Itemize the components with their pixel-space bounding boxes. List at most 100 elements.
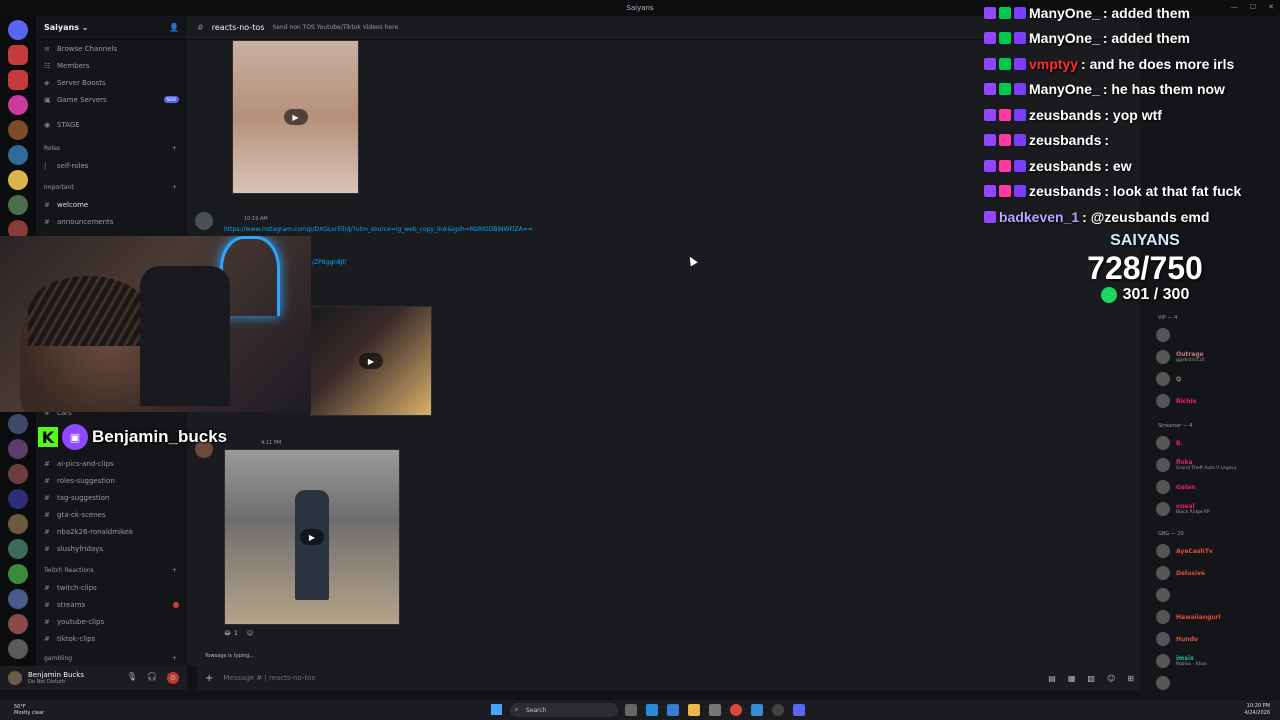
member-row[interactable]: Outrage gg/district10 xyxy=(1140,346,1280,368)
game-servers-item[interactable]: ▣ Game Servers NEW xyxy=(36,91,187,108)
add-channel-icon[interactable]: + xyxy=(172,145,177,152)
server-icon[interactable] xyxy=(8,589,28,609)
channel-youtube-clips[interactable]: # youtube-clips xyxy=(36,613,187,630)
member-row[interactable]: Galan xyxy=(1140,476,1280,498)
server-icon[interactable] xyxy=(8,195,28,215)
server-icon[interactable] xyxy=(8,464,28,484)
reaction-chip[interactable]: 😂 1 ☺ xyxy=(224,630,253,637)
gif-icon[interactable]: ▦ xyxy=(1068,674,1076,683)
server-icon[interactable] xyxy=(8,145,28,165)
weather-widget[interactable]: 50°F Mostly clear xyxy=(14,704,44,716)
instagram-link-2[interactable]: /ZP8ggn8Jf/ xyxy=(312,259,347,266)
obs-icon[interactable] xyxy=(772,704,784,716)
stage-channel[interactable]: ◉ STAGE xyxy=(36,116,187,133)
server-icon[interactable] xyxy=(8,439,28,459)
windows-start-icon[interactable] xyxy=(491,704,502,715)
edge-icon[interactable] xyxy=(646,704,658,716)
server-icon[interactable] xyxy=(8,45,28,65)
channel-slushyfridays[interactable]: # slushyfridays xyxy=(36,540,187,557)
channel-streams[interactable]: # streams xyxy=(36,596,187,613)
member-row[interactable]: floka Grand Theft Auto V Legacy xyxy=(1140,454,1280,476)
channel-tiktok-clips[interactable]: # tiktok-clips xyxy=(36,630,187,647)
taskbar-search[interactable]: ⌕ Search xyxy=(510,703,618,717)
play-icon[interactable]: ▶ xyxy=(359,353,383,369)
channel-self-roles[interactable]: | self-roles xyxy=(36,157,187,174)
gift-icon[interactable]: ▤ xyxy=(1048,674,1056,683)
add-reaction-icon[interactable]: ☺ xyxy=(247,630,253,637)
headphones-icon[interactable]: 🎧 xyxy=(147,672,157,684)
plus-icon[interactable]: + xyxy=(205,673,213,684)
server-icon[interactable] xyxy=(8,539,28,559)
channel-gta-ck-scenes[interactable]: # gta-ck-scenes xyxy=(36,506,187,523)
task-view-icon[interactable] xyxy=(625,704,637,716)
microphone-icon[interactable]: 🎙 xyxy=(127,672,137,684)
emoji-icon[interactable]: ☺ xyxy=(1107,674,1115,683)
apps-icon[interactable]: ⊞ xyxy=(1127,674,1134,683)
discord-icon[interactable] xyxy=(793,704,805,716)
channel-announcements[interactable]: # announcements xyxy=(36,213,187,230)
member-row[interactable]: Richie xyxy=(1140,390,1280,412)
message-input[interactable]: Message # | reacts-no-tos xyxy=(223,674,315,682)
server-icon[interactable] xyxy=(8,639,28,659)
server-icon[interactable] xyxy=(8,614,28,634)
sticker-icon[interactable]: ▧ xyxy=(1087,674,1095,683)
settings-gear-icon[interactable]: ⚙ xyxy=(167,672,179,684)
channel-label: gta-ck-scenes xyxy=(57,510,106,519)
server-header[interactable]: Saiyans ⌄ 👤 xyxy=(36,16,187,40)
member-row[interactable]: AyeCashTv xyxy=(1140,540,1280,562)
member-row[interactable]: Delusive xyxy=(1140,562,1280,584)
member-activity: Black Ridge RP xyxy=(1176,510,1210,515)
server-icon[interactable] xyxy=(8,70,28,90)
server-icon[interactable] xyxy=(8,120,28,140)
channel-ai-pics[interactable]: # ai-pics-and-clips xyxy=(36,455,187,472)
member-name: Outrage xyxy=(1176,351,1204,358)
settings-icon[interactable] xyxy=(709,704,721,716)
browse-channels[interactable]: ≡ Browse Channels xyxy=(36,40,187,57)
avatar[interactable] xyxy=(8,671,22,685)
server-icon[interactable] xyxy=(8,489,28,509)
member-row[interactable] xyxy=(1140,672,1280,694)
member-row[interactable] xyxy=(1140,324,1280,346)
play-icon[interactable]: ▶ xyxy=(300,529,324,545)
member-row[interactable]: B. xyxy=(1140,432,1280,454)
member-row[interactable]: oneal Black Ridge RP xyxy=(1140,498,1280,520)
play-icon[interactable]: ▶ xyxy=(283,109,308,125)
add-channel-icon[interactable]: + xyxy=(172,184,177,191)
server-icon[interactable] xyxy=(8,95,28,115)
category-twitch-reactions[interactable]: Twitch Reactions + xyxy=(36,561,187,579)
add-member-icon[interactable]: 👤 xyxy=(169,23,179,32)
member-row[interactable]: Hundo xyxy=(1140,628,1280,650)
member-row[interactable]: Hawaiiangurl xyxy=(1140,606,1280,628)
server-icon[interactable] xyxy=(8,414,28,434)
category-roles[interactable]: Roles + xyxy=(36,139,187,157)
chrome-icon[interactable] xyxy=(730,704,742,716)
category-important[interactable]: Important + xyxy=(36,178,187,196)
video-attachment[interactable]: ▶ xyxy=(232,40,359,194)
channel-tag-suggestion[interactable]: # tag-suggestion xyxy=(36,489,187,506)
member-row[interactable] xyxy=(1140,584,1280,606)
avatar[interactable] xyxy=(195,212,213,230)
system-clock[interactable]: 10:20 PM 4/24/2026 xyxy=(1244,703,1270,717)
video-attachment[interactable]: ▶ xyxy=(310,306,432,416)
members-item[interactable]: ☷ Members xyxy=(36,57,187,74)
server-boosts-item[interactable]: ◈ Server Boosts xyxy=(36,74,187,91)
store-icon[interactable] xyxy=(667,704,679,716)
app-icon[interactable] xyxy=(751,704,763,716)
user-info[interactable]: Benjamin Bucks Do Not Disturb xyxy=(28,671,84,685)
server-icon[interactable] xyxy=(8,564,28,584)
member-row[interactable]: Q xyxy=(1140,368,1280,390)
channel-roles-suggestion[interactable]: # roles-suggestion xyxy=(36,472,187,489)
folder-icon[interactable] xyxy=(688,704,700,716)
server-icon[interactable] xyxy=(8,170,28,190)
add-channel-icon[interactable]: + xyxy=(172,567,177,574)
category-gambling[interactable]: gambling + xyxy=(36,649,187,667)
channel-twitch-clips[interactable]: # twitch-clips xyxy=(36,579,187,596)
add-channel-icon[interactable]: + xyxy=(172,655,177,662)
video-attachment[interactable]: ▶ xyxy=(224,449,400,625)
member-row[interactable]: imsix Roblox - Xbox xyxy=(1140,650,1280,672)
instagram-link[interactable]: https://www.instagram.com/p/DXGLxrEllUJ/… xyxy=(224,226,533,233)
channel-welcome[interactable]: # welcome xyxy=(36,196,187,213)
channel-nba2k26[interactable]: # nba2k26-ronaldmikek xyxy=(36,523,187,540)
server-icon[interactable] xyxy=(8,514,28,534)
home-icon[interactable] xyxy=(8,20,28,40)
